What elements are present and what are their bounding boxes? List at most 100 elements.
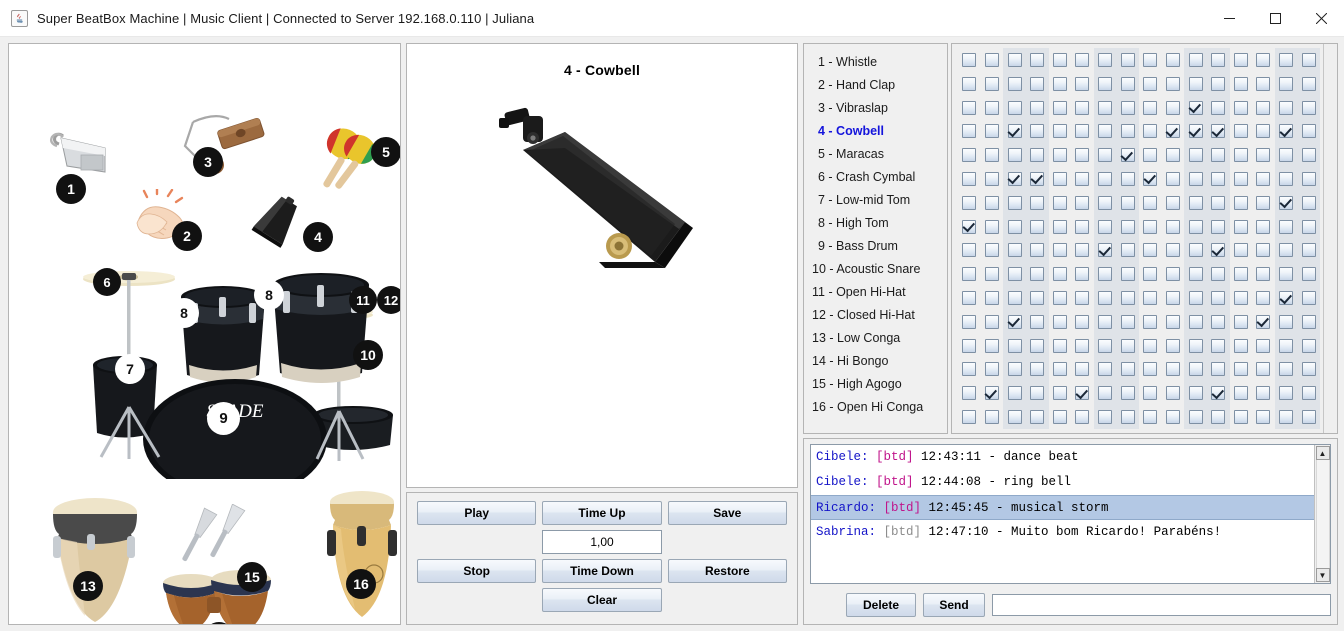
beat-checkbox-r13-c1[interactable] bbox=[962, 338, 977, 353]
beat-checkbox-r15-c3[interactable] bbox=[1007, 386, 1022, 401]
chat-message-2[interactable]: Cibele: [btd] 12:44:08 - ring bell bbox=[811, 470, 1314, 495]
instrument-list-item-5[interactable]: 5 - Maracas bbox=[804, 143, 947, 166]
chat-message-4[interactable]: Sabrina: [btd] 12:47:10 - Muito bom Rica… bbox=[811, 520, 1314, 545]
beat-checkbox-r12-c8[interactable] bbox=[1120, 314, 1135, 329]
beat-checkbox-r11-c7[interactable] bbox=[1098, 291, 1113, 306]
beat-checkbox-r2-c13[interactable] bbox=[1233, 76, 1248, 91]
beat-checkbox-r14-c14[interactable] bbox=[1256, 362, 1271, 377]
beat-checkbox-r16-c3[interactable] bbox=[1007, 410, 1022, 425]
beat-checkbox-r16-c1[interactable] bbox=[962, 410, 977, 425]
beat-checkbox-r2-c15[interactable] bbox=[1279, 76, 1294, 91]
beat-checkbox-r10-c4[interactable] bbox=[1030, 267, 1045, 282]
beat-checkbox-r6-c16[interactable] bbox=[1301, 171, 1316, 186]
beat-checkbox-r1-c9[interactable] bbox=[1143, 52, 1158, 67]
beat-checkbox-r3-c13[interactable] bbox=[1233, 100, 1248, 115]
beat-checkbox-r2-c3[interactable] bbox=[1007, 76, 1022, 91]
beat-checkbox-r7-c3[interactable] bbox=[1007, 195, 1022, 210]
beat-checkbox-r14-c9[interactable] bbox=[1143, 362, 1158, 377]
beat-checkbox-r3-c9[interactable] bbox=[1143, 100, 1158, 115]
beat-checkbox-r12-c7[interactable] bbox=[1098, 314, 1113, 329]
beat-checkbox-r15-c2[interactable] bbox=[984, 386, 999, 401]
beat-checkbox-r12-c16[interactable] bbox=[1301, 314, 1316, 329]
instrument-list-item-4[interactable]: 4 - Cowbell bbox=[804, 120, 947, 143]
beat-checkbox-r6-c8[interactable] bbox=[1120, 171, 1135, 186]
scroll-down-arrow-icon[interactable]: ▼ bbox=[1315, 568, 1330, 582]
beat-checkbox-r2-c9[interactable] bbox=[1143, 76, 1158, 91]
beat-checkbox-r14-c11[interactable] bbox=[1188, 362, 1203, 377]
maximize-button[interactable] bbox=[1252, 0, 1298, 37]
beat-checkbox-r1-c14[interactable] bbox=[1256, 52, 1271, 67]
beat-checkbox-r3-c12[interactable] bbox=[1211, 100, 1226, 115]
delete-button[interactable]: Delete bbox=[846, 593, 916, 617]
beat-checkbox-r10-c3[interactable] bbox=[1007, 267, 1022, 282]
instrument-list-item-10[interactable]: 10 - Acoustic Snare bbox=[804, 258, 947, 281]
instrument-list[interactable]: 1 - Whistle 2 - Hand Clap 3 - Vibraslap 4 -… bbox=[803, 43, 948, 434]
beat-checkbox-r10-c2[interactable] bbox=[984, 267, 999, 282]
beat-checkbox-r8-c6[interactable] bbox=[1075, 219, 1090, 234]
tempo-field[interactable]: 1,00 bbox=[542, 530, 662, 554]
beat-checkbox-r14-c10[interactable] bbox=[1165, 362, 1180, 377]
beat-checkbox-r10-c8[interactable] bbox=[1120, 267, 1135, 282]
beat-checkbox-r3-c14[interactable] bbox=[1256, 100, 1271, 115]
beat-checkbox-r15-c12[interactable] bbox=[1211, 386, 1226, 401]
beat-checkbox-r16-c6[interactable] bbox=[1075, 410, 1090, 425]
beat-checkbox-r3-c4[interactable] bbox=[1030, 100, 1045, 115]
beat-checkbox-r2-c2[interactable] bbox=[984, 76, 999, 91]
beat-checkbox-r5-c8[interactable] bbox=[1120, 148, 1135, 163]
beat-checkbox-r11-c4[interactable] bbox=[1030, 291, 1045, 306]
beat-checkbox-r7-c6[interactable] bbox=[1075, 195, 1090, 210]
beat-checkbox-r15-c10[interactable] bbox=[1165, 386, 1180, 401]
beat-checkbox-r1-c16[interactable] bbox=[1301, 52, 1316, 67]
beat-checkbox-r10-c12[interactable] bbox=[1211, 267, 1226, 282]
beat-checkbox-r5-c10[interactable] bbox=[1165, 148, 1180, 163]
beat-checkbox-r9-c13[interactable] bbox=[1233, 243, 1248, 258]
beat-checkbox-r1-c10[interactable] bbox=[1165, 52, 1180, 67]
beat-checkbox-r14-c15[interactable] bbox=[1279, 362, 1294, 377]
beat-checkbox-r6-c11[interactable] bbox=[1188, 171, 1203, 186]
instrument-list-item-14[interactable]: 14 - Hi Bongo bbox=[804, 350, 947, 373]
beat-checkbox-r5-c9[interactable] bbox=[1143, 148, 1158, 163]
beat-checkbox-r7-c7[interactable] bbox=[1098, 195, 1113, 210]
beat-checkbox-r11-c3[interactable] bbox=[1007, 291, 1022, 306]
beat-checkbox-r4-c10[interactable] bbox=[1165, 124, 1180, 139]
beat-checkbox-r13-c4[interactable] bbox=[1030, 338, 1045, 353]
beat-checkbox-r10-c13[interactable] bbox=[1233, 267, 1248, 282]
beat-checkbox-r12-c1[interactable] bbox=[962, 314, 977, 329]
beat-checkbox-r14-c16[interactable] bbox=[1301, 362, 1316, 377]
beat-checkbox-r5-c14[interactable] bbox=[1256, 148, 1271, 163]
chat-message-1[interactable]: Cibele: [btd] 12:43:11 - dance beat bbox=[811, 445, 1314, 470]
beat-checkbox-r9-c11[interactable] bbox=[1188, 243, 1203, 258]
beat-checkbox-r9-c1[interactable] bbox=[962, 243, 977, 258]
beat-checkbox-r8-c9[interactable] bbox=[1143, 219, 1158, 234]
beat-checkbox-r2-c10[interactable] bbox=[1165, 76, 1180, 91]
beat-checkbox-r11-c13[interactable] bbox=[1233, 291, 1248, 306]
beat-checkbox-r12-c3[interactable] bbox=[1007, 314, 1022, 329]
beat-checkbox-r3-c8[interactable] bbox=[1120, 100, 1135, 115]
beat-checkbox-r16-c13[interactable] bbox=[1233, 410, 1248, 425]
beat-checkbox-r1-c5[interactable] bbox=[1052, 52, 1067, 67]
beat-checkbox-r3-c7[interactable] bbox=[1098, 100, 1113, 115]
beat-checkbox-r16-c5[interactable] bbox=[1052, 410, 1067, 425]
instrument-list-item-6[interactable]: 6 - Crash Cymbal bbox=[804, 166, 947, 189]
beat-checkbox-r4-c16[interactable] bbox=[1301, 124, 1316, 139]
beat-checkbox-r11-c12[interactable] bbox=[1211, 291, 1226, 306]
beat-checkbox-r15-c5[interactable] bbox=[1052, 386, 1067, 401]
beat-checkbox-r14-c7[interactable] bbox=[1098, 362, 1113, 377]
beat-checkbox-r3-c11[interactable] bbox=[1188, 100, 1203, 115]
beat-checkbox-r2-c11[interactable] bbox=[1188, 76, 1203, 91]
beat-checkbox-r6-c10[interactable] bbox=[1165, 171, 1180, 186]
beat-checkbox-r8-c12[interactable] bbox=[1211, 219, 1226, 234]
beat-checkbox-r1-c4[interactable] bbox=[1030, 52, 1045, 67]
beat-checkbox-r7-c9[interactable] bbox=[1143, 195, 1158, 210]
beat-checkbox-r4-c2[interactable] bbox=[984, 124, 999, 139]
beat-checkbox-r2-c4[interactable] bbox=[1030, 76, 1045, 91]
beat-checkbox-r16-c9[interactable] bbox=[1143, 410, 1158, 425]
beat-checkbox-r15-c11[interactable] bbox=[1188, 386, 1203, 401]
beat-checkbox-r4-c12[interactable] bbox=[1211, 124, 1226, 139]
beat-checkbox-r12-c9[interactable] bbox=[1143, 314, 1158, 329]
beat-checkbox-r2-c16[interactable] bbox=[1301, 76, 1316, 91]
beat-checkbox-r15-c6[interactable] bbox=[1075, 386, 1090, 401]
beat-checkbox-r7-c16[interactable] bbox=[1301, 195, 1316, 210]
send-button[interactable]: Send bbox=[923, 593, 985, 617]
beat-checkbox-r15-c15[interactable] bbox=[1279, 386, 1294, 401]
